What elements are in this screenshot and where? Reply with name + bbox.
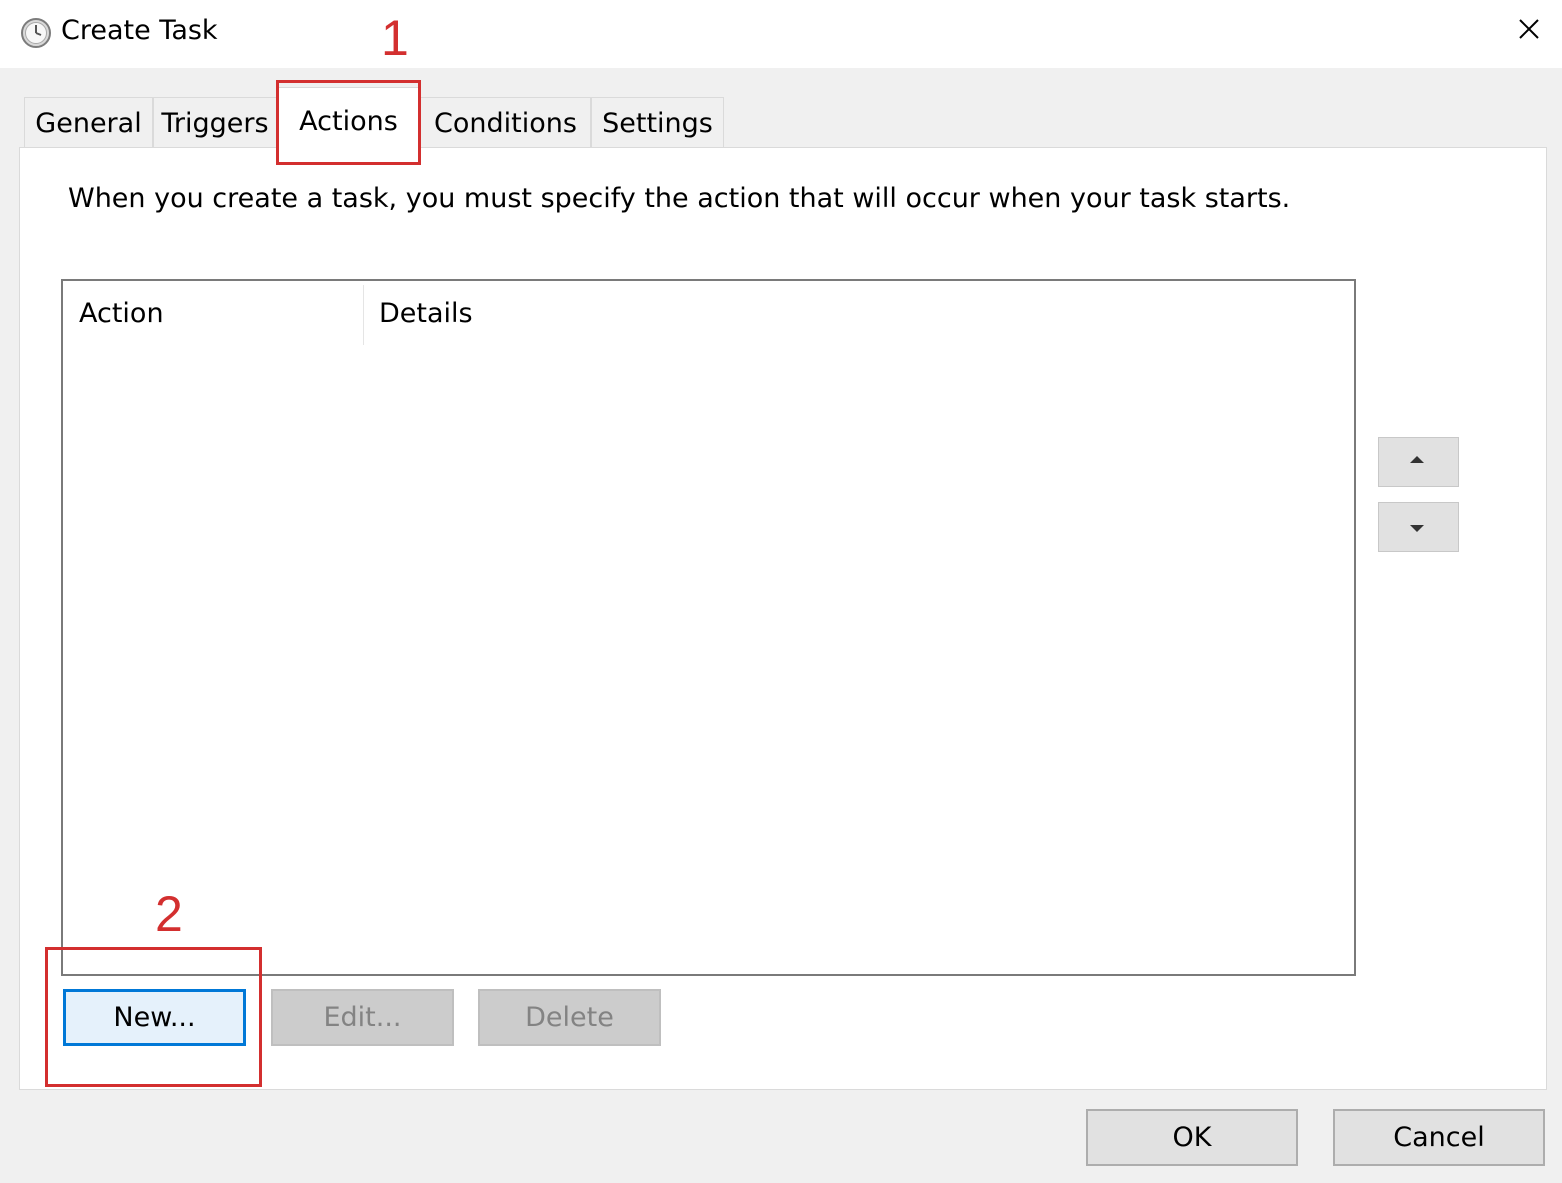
- triangle-up-icon: [1379, 456, 1458, 490]
- column-header-details[interactable]: Details: [379, 293, 473, 335]
- tab-conditions[interactable]: Conditions: [420, 97, 591, 147]
- cancel-button[interactable]: Cancel: [1333, 1109, 1545, 1166]
- column-header-action[interactable]: Action: [79, 293, 164, 335]
- edit-action-button[interactable]: Edit...: [271, 989, 454, 1046]
- move-down-button[interactable]: [1378, 502, 1459, 552]
- triangle-down-icon: [1379, 525, 1458, 555]
- ok-button[interactable]: OK: [1086, 1109, 1298, 1166]
- actions-list[interactable]: Action Details: [61, 279, 1356, 976]
- window-title: Create Task: [61, 15, 218, 46]
- tab-triggers[interactable]: Triggers: [153, 97, 277, 147]
- instruction-text: When you create a task, you must specify…: [68, 183, 1291, 214]
- annotation-box-actions-tab: [276, 80, 421, 165]
- annotation-number-2: 2: [155, 886, 183, 942]
- close-button[interactable]: [1502, 8, 1556, 52]
- delete-action-button[interactable]: Delete: [478, 989, 661, 1046]
- close-icon: [1502, 19, 1556, 56]
- move-up-button[interactable]: [1378, 437, 1459, 487]
- annotation-number-1: 1: [381, 10, 409, 66]
- tab-general[interactable]: General: [24, 97, 153, 147]
- task-scheduler-clock-icon: [20, 17, 52, 49]
- annotation-box-new-button: [45, 947, 262, 1087]
- tab-settings[interactable]: Settings: [591, 97, 724, 147]
- column-divider[interactable]: [363, 285, 364, 345]
- title-bar: Create Task: [0, 0, 1562, 68]
